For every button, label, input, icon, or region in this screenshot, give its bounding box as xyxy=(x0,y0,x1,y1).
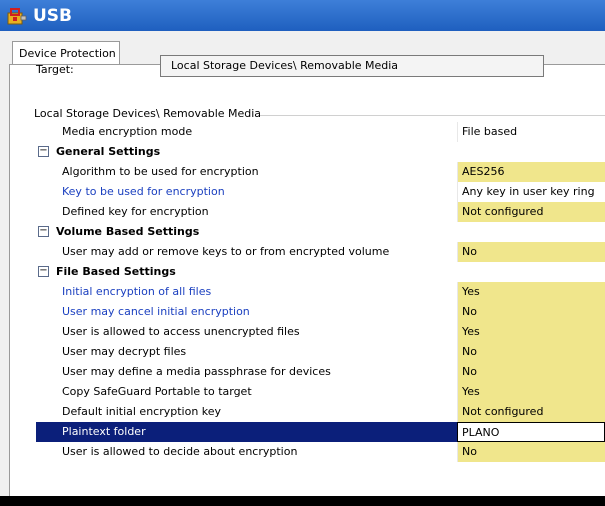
property-name: Default initial encryption key xyxy=(62,405,222,418)
group-divider xyxy=(260,115,605,116)
property-name: User may cancel initial encryption xyxy=(62,305,250,318)
category-value xyxy=(457,262,605,282)
property-name: Algorithm to be used for encryption xyxy=(62,165,259,178)
property-name: Plaintext folder xyxy=(36,422,457,442)
property-value[interactable]: Not configured xyxy=(457,402,605,422)
property-row[interactable]: User may cancel initial encryption No xyxy=(36,302,605,322)
target-field[interactable]: Local Storage Devices\ Removable Media .… xyxy=(160,55,544,77)
property-value[interactable]: No xyxy=(457,342,605,362)
property-value[interactable]: Not configured xyxy=(457,202,605,222)
property-value[interactable]: Yes xyxy=(457,322,605,342)
category-value xyxy=(457,142,605,162)
property-value[interactable]: File based xyxy=(457,122,605,142)
property-value[interactable]: No xyxy=(457,302,605,322)
property-value[interactable]: No xyxy=(457,362,605,382)
property-row-selected[interactable]: Plaintext folder PLANO xyxy=(36,422,605,442)
property-row[interactable]: Key to be used for encryption Any key in … xyxy=(36,182,605,202)
property-name: Initial encryption of all files xyxy=(62,285,212,298)
category-value xyxy=(457,222,605,242)
property-row[interactable]: User may define a media passphrase for d… xyxy=(36,362,605,382)
property-name: Media encryption mode xyxy=(62,125,193,138)
property-row[interactable]: Copy SafeGuard Portable to target Yes xyxy=(36,382,605,402)
category-name: Volume Based Settings xyxy=(56,225,200,238)
property-name: User may decrypt files xyxy=(62,345,187,358)
property-name: User is allowed to access unencrypted fi… xyxy=(62,325,300,338)
usb-policy-window: USB Device Protection Target: Local Stor… xyxy=(0,0,605,496)
category-name: File Based Settings xyxy=(56,265,176,278)
property-value[interactable]: No xyxy=(457,242,605,262)
property-grid: Media encryption mode File based − General… xyxy=(36,122,605,462)
property-name: Copy SafeGuard Portable to target xyxy=(62,385,252,398)
collapse-icon[interactable]: − xyxy=(38,226,49,237)
property-row[interactable]: User may decrypt files No xyxy=(36,342,605,362)
property-name: User may define a media passphrase for d… xyxy=(62,365,331,378)
property-name: Defined key for encryption xyxy=(62,205,209,218)
property-value[interactable]: No xyxy=(457,442,605,462)
property-row[interactable]: User is allowed to access unencrypted fi… xyxy=(36,322,605,342)
category-name: General Settings xyxy=(56,145,161,158)
property-value[interactable]: Yes xyxy=(457,282,605,302)
property-row[interactable]: User is allowed to decide about encrypti… xyxy=(36,442,605,462)
collapse-icon[interactable]: − xyxy=(38,146,49,157)
usb-policy-icon xyxy=(7,7,27,25)
property-row[interactable]: Algorithm to be used for encryption AES25… xyxy=(36,162,605,182)
window-title: USB xyxy=(33,5,73,26)
category-row[interactable]: − Volume Based Settings xyxy=(36,222,605,242)
category-row[interactable]: − General Settings xyxy=(36,142,605,162)
property-name: User may add or remove keys to or from e… xyxy=(62,245,390,258)
property-name: User is allowed to decide about encrypti… xyxy=(62,445,298,458)
property-row[interactable]: Defined key for encryption Not configured xyxy=(36,202,605,222)
title-bar: USB xyxy=(0,0,605,31)
property-row[interactable]: Media encryption mode File based xyxy=(36,122,605,142)
property-row[interactable]: User may add or remove keys to or from e… xyxy=(36,242,605,262)
property-value[interactable]: Yes xyxy=(457,382,605,402)
tab-device-protection[interactable]: Device Protection xyxy=(12,41,120,65)
collapse-icon[interactable]: − xyxy=(38,266,49,277)
property-row[interactable]: Initial encryption of all files Yes xyxy=(36,282,605,302)
target-label: Target: xyxy=(36,63,74,76)
property-row[interactable]: Default initial encryption key Not config… xyxy=(36,402,605,422)
property-value[interactable]: AES256 xyxy=(457,162,605,182)
property-name: Key to be used for encryption xyxy=(62,185,225,198)
property-value[interactable]: Any key in user key ring xyxy=(457,182,605,202)
target-value: Local Storage Devices\ Removable Media xyxy=(171,59,399,72)
property-value-editor[interactable]: PLANO xyxy=(457,422,605,442)
group-label: Local Storage Devices\ Removable Media xyxy=(34,107,262,120)
category-row[interactable]: − File Based Settings xyxy=(36,262,605,282)
